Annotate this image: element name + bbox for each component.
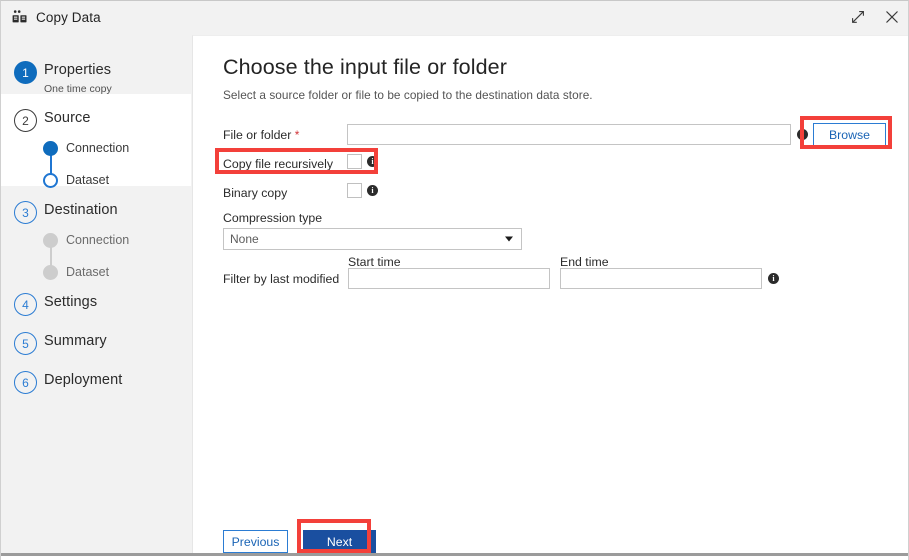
step-label-settings: Settings [44, 294, 98, 310]
substep-dot-disabled [43, 233, 58, 248]
step-number-badge-6: 6 [14, 371, 37, 394]
substep-dot-current [43, 173, 58, 188]
step-label-destination: Destination [44, 202, 118, 218]
step-sublabel-properties: One time copy [44, 83, 112, 95]
step-number-badge-2: 2 [14, 109, 37, 132]
label-file-or-folder-text: File or folder [223, 128, 292, 142]
titlebar-controls [848, 1, 902, 33]
page-title: Choose the input file or folder [223, 55, 507, 79]
wizard-content-panel: Choose the input file or folder Select a… [192, 35, 908, 553]
next-button[interactable]: Next [303, 530, 376, 553]
browse-button[interactable]: Browse [813, 123, 886, 146]
step-label-properties: Properties [44, 62, 112, 78]
step-label-source: Source [44, 110, 91, 126]
wizard-step-sidebar: 1 Properties One time copy 2 Source Conn… [1, 33, 191, 554]
sidebar-subitem-source-dataset[interactable]: Dataset [1, 173, 191, 193]
sidebar-subitem-destination-dataset[interactable]: Dataset [1, 265, 191, 285]
sidebar-item-source[interactable]: 2 Source [1, 108, 191, 134]
window-title: Copy Data [36, 9, 101, 25]
step-label-summary: Summary [44, 333, 107, 349]
step-number-badge-4: 4 [14, 293, 37, 316]
titlebar-left-group: Copy Data [12, 1, 101, 33]
start-time-input[interactable] [348, 268, 550, 289]
previous-button[interactable]: Previous [223, 530, 288, 553]
label-file-or-folder: File or folder * [223, 128, 299, 142]
info-icon-file-or-folder[interactable]: i [797, 129, 808, 140]
compression-type-value: None [230, 232, 259, 246]
copy-file-recursively-checkbox[interactable] [347, 154, 362, 169]
label-binary-copy: Binary copy [223, 186, 288, 200]
substep-dot-done [43, 141, 58, 156]
chevron-down-icon [505, 236, 513, 242]
step-number-badge-1: 1 [14, 61, 37, 84]
file-or-folder-input[interactable] [347, 124, 791, 145]
info-icon-copy-file-recursively[interactable]: i [367, 156, 378, 167]
page-subtitle: Select a source folder or file to be cop… [223, 88, 593, 102]
compression-type-select[interactable]: None [223, 228, 522, 250]
label-start-time: Start time [348, 255, 401, 269]
label-copy-file-recursively: Copy file recursively [223, 157, 334, 171]
close-icon[interactable] [882, 7, 902, 27]
sidebar-subitem-destination-connection[interactable]: Connection [1, 233, 191, 253]
sidebar-item-deployment[interactable]: 6 Deployment [1, 370, 191, 396]
sidebar-item-summary[interactable]: 5 Summary [1, 331, 191, 357]
copy-data-dialog: Copy Data 1 Properties One time copy 2 S… [0, 0, 909, 560]
copy-data-icon [12, 10, 27, 23]
step-number-badge-5: 5 [14, 332, 37, 355]
info-icon-filter-by-last-modified[interactable]: i [768, 273, 779, 284]
sidebar-subitem-source-connection[interactable]: Connection [1, 141, 191, 161]
step-label-deployment: Deployment [44, 372, 123, 388]
step-number-badge-3: 3 [14, 201, 37, 224]
substep-label-connection: Connection [66, 233, 130, 247]
label-filter-by-last-modified: Filter by last modified [223, 272, 340, 286]
window-titlebar: Copy Data [1, 1, 908, 33]
label-end-time: End time [560, 255, 609, 269]
sidebar-item-destination[interactable]: 3 Destination [1, 200, 191, 226]
substep-label-dataset: Dataset [66, 173, 110, 187]
restore-diagonal-arrow-icon[interactable] [848, 7, 868, 27]
info-icon-binary-copy[interactable]: i [367, 185, 378, 196]
substep-label-dataset: Dataset [66, 265, 110, 279]
required-marker: * [294, 128, 300, 142]
substep-label-connection: Connection [66, 141, 130, 155]
substep-dot-disabled [43, 265, 58, 280]
sidebar-item-properties[interactable]: 1 Properties One time copy [1, 59, 191, 99]
background-page-strip [1, 556, 908, 560]
sidebar-item-settings[interactable]: 4 Settings [1, 292, 191, 318]
end-time-input[interactable] [560, 268, 762, 289]
binary-copy-checkbox[interactable] [347, 183, 362, 198]
label-compression-type: Compression type [223, 211, 323, 225]
